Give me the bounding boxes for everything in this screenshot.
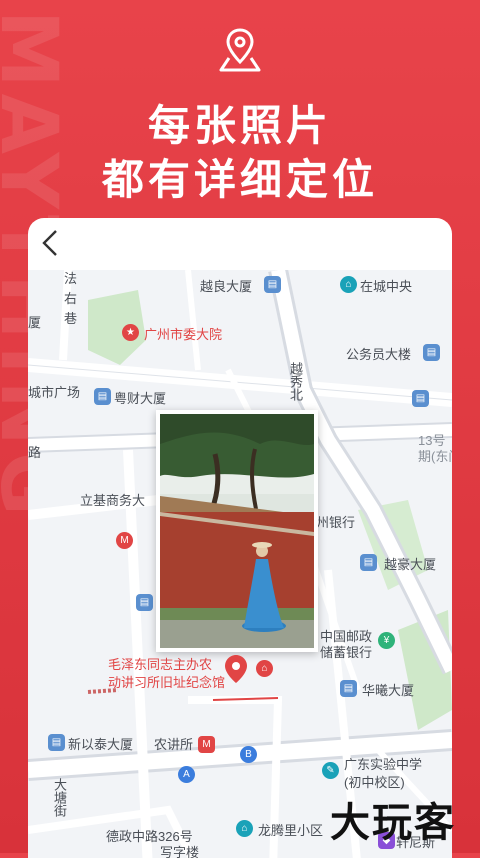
- map-label-youzheng-2: 储蓄银行: [320, 645, 373, 660]
- residential-icon: ⌂: [236, 820, 253, 837]
- map-label-lu: 路: [28, 445, 42, 460]
- building-icon: ▤: [412, 390, 429, 407]
- map-label-qi: 期(东门): [418, 449, 452, 464]
- building-icon: ▤: [340, 680, 357, 697]
- map-label-longteng: 龙腾里小区: [258, 823, 324, 838]
- map-label-shiyan-2: (初中校区): [344, 775, 405, 790]
- headline-line-1: 每张照片: [147, 101, 332, 150]
- metro-exit-a-icon: A: [178, 766, 195, 783]
- metro-icon: M: [116, 532, 133, 549]
- bank-icon: ¥: [378, 632, 395, 649]
- map-view[interactable]: 越良大厦 ▤ ⌂ 在城中央 法 右 巷 厦 ★ 广州市委大院 公务员大楼 ▤ 越…: [28, 270, 452, 858]
- metro-exit-b-icon: B: [240, 746, 257, 763]
- map-label-yueliang: 越良大厦: [200, 279, 253, 294]
- map-label-yuexiu: 越秀北: [288, 362, 303, 401]
- map-label-liji: 立基商务大: [80, 493, 146, 508]
- map-label-you: 右: [64, 291, 78, 306]
- building-icon: ▤: [264, 276, 281, 293]
- location-photo-thumbnail[interactable]: [156, 410, 318, 652]
- map-label-yinhang: 州银行: [316, 515, 356, 530]
- map-label-shiwei: 广州市委大院: [144, 327, 223, 342]
- map-label-sha: 厦: [28, 315, 42, 330]
- building-icon: ▤: [360, 554, 377, 571]
- map-label-datang: 大塘街: [52, 778, 67, 817]
- landmark-icon: ⌂: [340, 276, 357, 293]
- map-label-yuecai: 粤财大厦: [114, 391, 167, 406]
- map-label-gongwu: 公务员大楼: [346, 347, 412, 362]
- location-pin-icon: [217, 26, 263, 74]
- metro-station-icon: M: [198, 736, 215, 753]
- map-label-maozedong-1: 毛泽东同志主办农: [108, 657, 213, 672]
- school-icon: ✎: [322, 762, 339, 779]
- watermark-logo: 大玩客: [330, 800, 456, 846]
- building-icon: ▤: [136, 594, 153, 611]
- building-icon: ▤: [48, 734, 65, 751]
- map-label-yuehao: 越豪大厦: [384, 557, 437, 572]
- map-label-zaicheng: 在城中央: [360, 279, 413, 294]
- map-label-xinyitai: 新以泰大厦: [68, 737, 134, 752]
- headline-line-2: 都有详细定位: [101, 155, 378, 204]
- museum-icon: ⌂: [256, 660, 273, 677]
- photo-location-marker-icon: [224, 654, 248, 684]
- star-marker-icon: ★: [122, 324, 139, 341]
- building-icon: ▤: [423, 344, 440, 361]
- map-label-huashan: 华曦大厦: [362, 683, 415, 698]
- map-label-xiezi: 写字楼: [160, 845, 200, 858]
- map-label-fa: 法: [64, 271, 78, 286]
- map-label-shiyan-1: 广东实验中学: [344, 757, 423, 772]
- map-label-nongjiangsuo: 农讲所: [154, 737, 194, 752]
- back-arrow-icon[interactable]: [38, 228, 64, 258]
- map-label-maozedong-2: 动讲习所旧址纪念馆: [108, 675, 226, 690]
- map-card: 越良大厦 ▤ ⌂ 在城中央 法 右 巷 厦 ★ 广州市委大院 公务员大楼 ▤ 越…: [28, 218, 452, 858]
- map-label-chengshi: 城市广场: [28, 385, 81, 400]
- map-label-xiang: 巷: [64, 311, 78, 326]
- building-icon: ▤: [94, 388, 111, 405]
